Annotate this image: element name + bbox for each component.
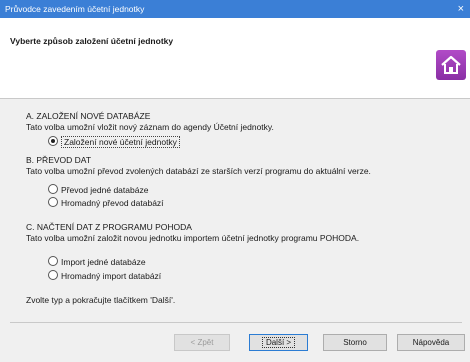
next-button[interactable]: Další > (249, 334, 308, 351)
radio-import-bulk-label[interactable]: Hromadný import databází (61, 271, 161, 281)
wizard-content: A. ZALOŽENÍ NOVÉ DATABÁZE Tato volba umo… (0, 99, 470, 325)
section-b-title: B. PŘEVOD DAT (26, 155, 92, 165)
radio-icon[interactable] (48, 184, 58, 194)
radio-icon[interactable] (48, 256, 58, 266)
radio-new-unit-label[interactable]: Založení nové účetní jednotky (61, 136, 180, 148)
footer-instruction: Zvolte typ a pokračujte tlačítkem 'Další… (26, 295, 176, 305)
radio-new-unit[interactable]: Založení nové účetní jednotky (48, 136, 180, 148)
radio-convert-bulk-label[interactable]: Hromadný převod databází (61, 198, 164, 208)
section-c-title: C. NAČTENÍ DAT Z PROGRAMU POHODA (26, 222, 192, 232)
cancel-button[interactable]: Storno (323, 334, 387, 351)
wizard-header: Vyberte způsob založení účetní jednotky (0, 18, 470, 99)
radio-selected-icon[interactable] (48, 136, 58, 146)
radio-import-one[interactable]: Import jedné databáze (48, 256, 146, 268)
radio-icon[interactable] (48, 197, 58, 207)
radio-import-bulk[interactable]: Hromadný import databází (48, 270, 161, 282)
divider (10, 322, 462, 323)
radio-convert-bulk[interactable]: Hromadný převod databází (48, 197, 164, 209)
section-b-description: Tato volba umožní převod zvolených datab… (26, 166, 371, 176)
radio-convert-one[interactable]: Převod jedné databáze (48, 184, 148, 196)
radio-convert-one-label[interactable]: Převod jedné databáze (61, 185, 148, 195)
back-button[interactable]: < Zpět (174, 334, 230, 351)
radio-import-one-label[interactable]: Import jedné databáze (61, 257, 146, 267)
section-a-description: Tato volba umožní vložit nový záznam do … (26, 122, 274, 132)
title-bar: Průvodce zavedením účetní jednotky × (0, 0, 470, 18)
next-button-label[interactable]: Další > (261, 337, 296, 348)
help-button[interactable]: Nápověda (397, 334, 465, 351)
home-icon (436, 50, 466, 80)
section-c-description: Tato volba umožní založit novou jednotku… (26, 233, 360, 243)
radio-icon[interactable] (48, 270, 58, 280)
page-heading: Vyberte způsob založení účetní jednotky (10, 36, 174, 46)
close-icon[interactable]: × (458, 2, 464, 16)
section-a-title: A. ZALOŽENÍ NOVÉ DATABÁZE (26, 111, 151, 121)
window-title: Průvodce zavedením účetní jednotky (5, 4, 145, 14)
